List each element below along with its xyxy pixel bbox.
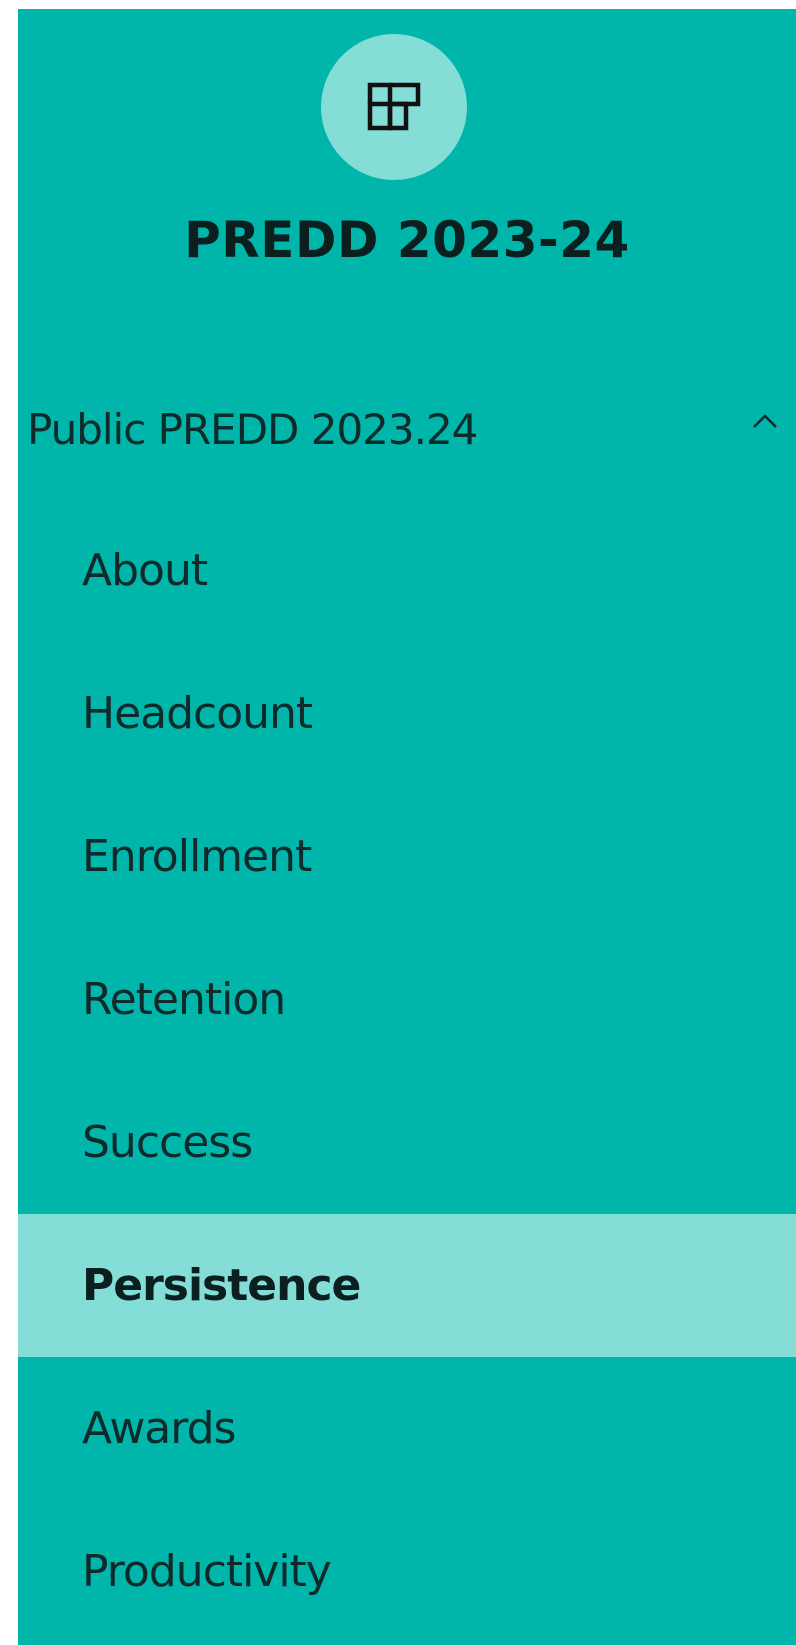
nav-item-persistence[interactable]: Persistence xyxy=(18,1214,796,1357)
navigation-sidebar: PREDD 2023-24 Public PREDD 2023.24 About… xyxy=(18,9,796,1645)
nav-item-label: Retention xyxy=(82,974,286,1025)
app-title: PREDD 2023-24 xyxy=(184,211,630,269)
nav-item-enrollment[interactable]: Enrollment xyxy=(18,785,796,928)
nav-item-label: Enrollment xyxy=(82,831,312,882)
nav-item-headcount[interactable]: Headcount xyxy=(18,642,796,785)
nav-item-about[interactable]: About xyxy=(18,499,796,642)
nav-item-awards[interactable]: Awards xyxy=(18,1357,796,1500)
nav-item-label: Success xyxy=(82,1117,253,1168)
chevron-up-icon[interactable] xyxy=(748,405,782,439)
nav-item-label: Persistence xyxy=(82,1260,361,1311)
nav-item-label: About xyxy=(82,545,208,596)
report-pages-icon xyxy=(362,75,426,139)
section-label: Public PREDD 2023.24 xyxy=(27,404,478,454)
app-logo xyxy=(321,34,467,180)
section-toggle-public-predd[interactable]: Public PREDD 2023.24 xyxy=(18,389,796,469)
nav-item-success[interactable]: Success xyxy=(18,1071,796,1214)
nav-item-label: Productivity xyxy=(82,1546,332,1597)
nav-item-retention[interactable]: Retention xyxy=(18,928,796,1071)
nav-item-label: Awards xyxy=(82,1403,236,1454)
nav-item-productivity[interactable]: Productivity xyxy=(18,1500,796,1643)
nav-item-label: Headcount xyxy=(82,688,313,739)
page-nav-list: About Headcount Enrollment Retention Suc… xyxy=(18,499,796,1643)
